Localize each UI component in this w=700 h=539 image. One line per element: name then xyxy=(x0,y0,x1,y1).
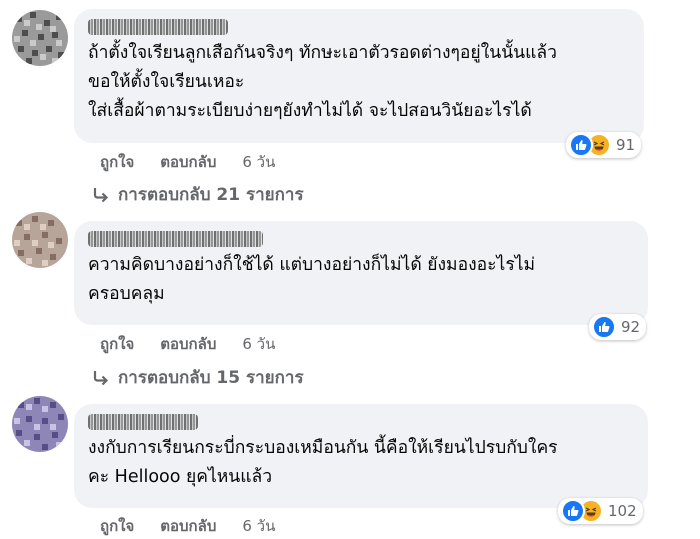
view-replies-link[interactable]: การตอบกลับ 15 รายการ xyxy=(92,364,304,391)
avatar[interactable] xyxy=(12,10,68,66)
reply-link[interactable]: ตอบกลับ xyxy=(160,150,216,174)
comment-bubble: ความคิดบางอย่างก็ใช้ได้ แต่บางอย่างก็ไม่… xyxy=(74,221,648,325)
reply-arrow-icon xyxy=(92,370,110,386)
comment-text-line: ขอให้ตั้งใจเรียนเหอะ xyxy=(88,72,245,92)
avatar-pixelated-image xyxy=(12,10,68,66)
comment-text-line: คะ Hellooo ยุคไหนแล้ว xyxy=(88,467,273,487)
avatar[interactable] xyxy=(12,396,68,452)
timestamp[interactable]: 6 วัน xyxy=(242,150,275,174)
comment-bubble: งงกับการเรียนกระบี่กระบองเหมือนกัน นี้คื… xyxy=(74,404,648,508)
avatar-pixelated-image xyxy=(12,396,68,452)
replies-count-label[interactable]: การตอบกลับ 15 รายการ xyxy=(118,364,304,391)
reaction-count: 92 xyxy=(621,318,641,336)
like-link[interactable]: ถูกใจ xyxy=(100,150,134,174)
timestamp[interactable]: 6 วัน xyxy=(242,514,275,538)
comment-bubble: ถ้าตั้งใจเรียนลูกเสือกันจริงๆ ทักษะเอาตั… xyxy=(74,9,644,143)
reaction-summary[interactable]: 91 xyxy=(566,132,642,158)
author-name-redacted[interactable] xyxy=(88,412,634,430)
like-icon xyxy=(569,133,593,157)
reply-arrow-icon xyxy=(92,187,110,203)
view-replies-link[interactable]: การตอบกลับ 21 รายการ xyxy=(92,181,304,208)
comment-text-line: งงกับการเรียนกระบี่กระบองเหมือนกัน นี้คื… xyxy=(88,438,558,458)
reaction-summary[interactable]: 102 xyxy=(558,498,643,524)
reaction-summary[interactable]: 92 xyxy=(589,314,647,340)
timestamp[interactable]: 6 วัน xyxy=(242,332,275,356)
author-name-redacted[interactable] xyxy=(88,229,634,247)
avatar[interactable] xyxy=(12,212,68,268)
reply-link[interactable]: ตอบกลับ xyxy=(160,514,216,538)
reaction-count: 102 xyxy=(608,502,637,520)
author-name-redacted[interactable] xyxy=(88,17,630,35)
like-icon xyxy=(592,315,616,339)
avatar-pixelated-image xyxy=(12,212,68,268)
comment-text-line: ใส่เสื้อผ้าตามระเบียบง่ายๆยังทำไม่ได้ จะ… xyxy=(88,101,532,121)
comment-actions: ถูกใจ ตอบกลับ 6 วัน xyxy=(100,150,301,174)
replies-count-label[interactable]: การตอบกลับ 21 รายการ xyxy=(118,181,304,208)
comment-text-line: ความคิดบางอย่างก็ใช้ได้ แต่บางอย่างก็ไม่… xyxy=(88,255,536,275)
comment-text-line: ครอบคลุม xyxy=(88,284,165,304)
like-icon xyxy=(561,499,585,523)
like-link[interactable]: ถูกใจ xyxy=(100,514,134,538)
reaction-count: 91 xyxy=(616,136,636,154)
like-link[interactable]: ถูกใจ xyxy=(100,332,134,356)
comment-text-line: ถ้าตั้งใจเรียนลูกเสือกันจริงๆ ทักษะเอาตั… xyxy=(88,43,557,63)
reply-link[interactable]: ตอบกลับ xyxy=(160,332,216,356)
comment-actions: ถูกใจ ตอบกลับ 6 วัน xyxy=(100,332,301,356)
comment-actions: ถูกใจ ตอบกลับ 6 วัน xyxy=(100,514,301,538)
